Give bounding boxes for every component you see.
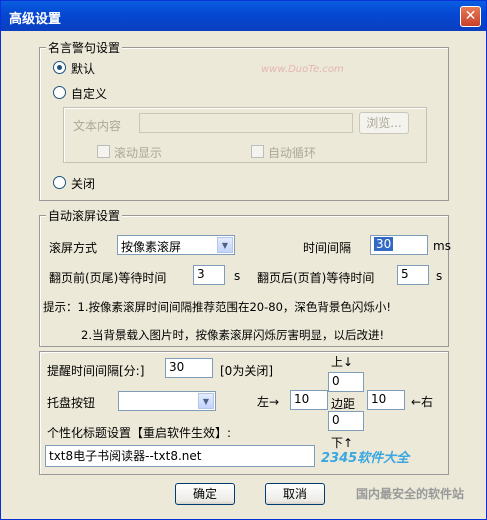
- close-button[interactable]: ✕: [460, 6, 481, 27]
- auto-loop-checkbox[interactable]: [251, 145, 264, 158]
- after-flip-label: 翻页后(页首)等待时间: [257, 271, 375, 285]
- close-icon: ✕: [464, 8, 477, 24]
- margin-bottom-input[interactable]: 0: [328, 411, 364, 431]
- margin-top-label: 上↓: [331, 355, 354, 369]
- after-flip-input[interactable]: 5: [397, 265, 429, 285]
- chevron-down-icon: ▼: [198, 393, 214, 409]
- custom-title-label: 个性化标题设置【重启软件生效】:: [47, 426, 232, 440]
- radio-custom[interactable]: [53, 86, 66, 99]
- auto-loop-label: 自动循环: [268, 146, 317, 160]
- radio-off[interactable]: [53, 176, 66, 189]
- chevron-down-icon: ▼: [217, 237, 233, 253]
- hint-line-1: 提示：1.按像素滚屏时间间隔推荐范围在20-80，深色背景色闪烁小!: [43, 300, 391, 314]
- reminder-label: 提醒时间间隔[分:]: [47, 364, 145, 378]
- interval-value: 30: [374, 237, 394, 251]
- margin-left-input[interactable]: 10: [290, 390, 328, 410]
- auto-scroll-legend: 自动滚屏设置: [46, 207, 123, 224]
- quote-settings-legend: 名言警句设置: [46, 39, 123, 56]
- title-bar[interactable]: 高级设置 ✕: [1, 1, 486, 31]
- interval-input[interactable]: 30: [370, 235, 428, 255]
- before-flip-input[interactable]: 3: [193, 265, 225, 285]
- radio-default-label: 默认: [71, 62, 96, 76]
- scroll-display-checkbox[interactable]: [97, 145, 110, 158]
- reminder-input[interactable]: 30: [165, 358, 213, 378]
- radio-default[interactable]: [53, 61, 66, 74]
- interval-unit: ms: [433, 239, 451, 253]
- text-content-input[interactable]: [139, 113, 353, 133]
- scroll-mode-label: 滚屏方式: [49, 241, 98, 255]
- custom-title-input[interactable]: txt8电子书阅读器--txt8.net: [45, 445, 315, 467]
- ok-button[interactable]: 确定: [175, 483, 235, 505]
- before-flip-unit: s: [234, 269, 241, 283]
- margin-left-label: 左→: [257, 395, 280, 409]
- radio-custom-label: 自定义: [71, 87, 108, 101]
- watermark-slogan: 国内最安全的软件站: [356, 487, 465, 501]
- after-flip-unit: s: [436, 269, 443, 283]
- scroll-display-label: 滚动显示: [114, 146, 163, 160]
- margin-center-label: 边距: [331, 397, 356, 411]
- margin-top-input[interactable]: 0: [328, 372, 364, 392]
- before-flip-label: 翻页前(页尾)等待时间: [49, 271, 167, 285]
- radio-off-label: 关闭: [71, 177, 96, 191]
- margin-right-label: ←右: [411, 395, 434, 409]
- window-title: 高级设置: [9, 12, 62, 27]
- interval-label: 时间间隔: [303, 241, 352, 255]
- margin-right-input[interactable]: 10: [367, 390, 405, 410]
- reminder-note: [0为关闭]: [220, 364, 273, 378]
- cancel-button[interactable]: 取消: [265, 483, 325, 505]
- tray-select[interactable]: ▼: [118, 391, 216, 411]
- browse-button[interactable]: 浏览...: [359, 112, 409, 134]
- scroll-mode-value: 按像素滚屏: [121, 240, 182, 254]
- scroll-mode-select[interactable]: 按像素滚屏 ▼: [117, 235, 235, 255]
- text-content-label: 文本内容: [73, 119, 122, 133]
- tray-label: 托盘按钮: [47, 396, 96, 410]
- watermark-2345: 2345软件大全: [321, 451, 410, 466]
- dialog-window: 高级设置 ✕ www.DuoTe.com 名言警句设置 默认 自定义 文本内容 …: [0, 0, 487, 520]
- hint-line-2: 2.当背景载入图片时，按像素滚屏闪烁厉害明显，以后改进!: [81, 328, 385, 342]
